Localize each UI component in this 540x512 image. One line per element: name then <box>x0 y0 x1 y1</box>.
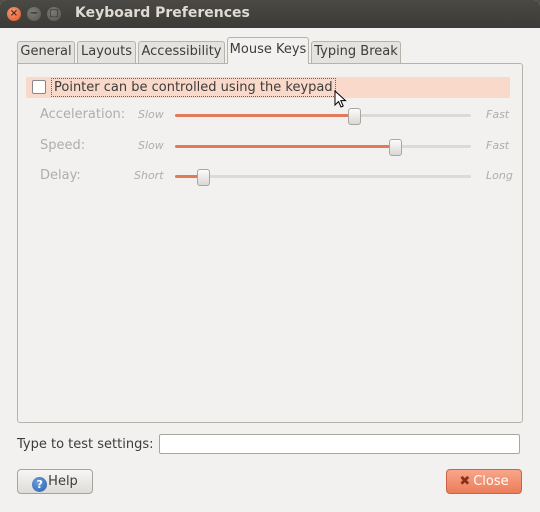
close-icon: ✖ <box>459 474 471 489</box>
speed-max-label: Fast <box>486 139 510 152</box>
delay-slider[interactable] <box>175 169 471 186</box>
help-icon: ? <box>32 477 48 492</box>
speed-slider-fill <box>175 145 395 148</box>
tab-general[interactable]: General <box>17 41 75 63</box>
window-minimize-icon[interactable]: − <box>27 7 41 21</box>
acceleration-row: Acceleration: Slow Fast <box>0 106 540 126</box>
speed-slider-handle[interactable] <box>389 139 403 156</box>
acceleration-label: Acceleration: <box>40 107 126 122</box>
acceleration-slider-handle[interactable] <box>347 108 361 125</box>
acceleration-slider[interactable] <box>175 108 471 125</box>
speed-min-label: Slow <box>138 139 164 152</box>
window-close-icon[interactable]: × <box>7 7 21 21</box>
help-button-label: Help <box>48 474 78 489</box>
tab-mouse-keys[interactable]: Mouse Keys <box>227 37 309 64</box>
keyboard-preferences-window: × − □ Keyboard Preferences General Layou… <box>0 0 540 512</box>
tab-accessibility[interactable]: Accessibility <box>138 41 225 63</box>
delay-min-label: Short <box>134 169 164 182</box>
pointer-keypad-checkbox-row[interactable]: Pointer can be controlled using the keyp… <box>26 77 510 98</box>
tab-typing-break[interactable]: Typing Break <box>311 41 401 63</box>
help-button[interactable]: ? Help <box>17 469 93 494</box>
delay-max-label: Long <box>486 169 513 182</box>
window-maximize-icon[interactable]: □ <box>47 7 61 21</box>
delay-slider-handle[interactable] <box>196 169 210 186</box>
test-settings-label: Type to test settings: <box>17 437 154 452</box>
speed-row: Speed: Slow Fast <box>0 137 540 157</box>
acceleration-max-label: Fast <box>486 108 510 121</box>
speed-label: Speed: <box>40 138 86 153</box>
close-button[interactable]: ✖ Close <box>446 469 522 494</box>
pointer-keypad-checkbox[interactable] <box>32 80 46 94</box>
speed-slider[interactable] <box>175 139 471 156</box>
delay-label: Delay: <box>40 168 81 183</box>
delay-row: Delay: Short Long <box>0 167 540 187</box>
test-settings-input[interactable] <box>159 434 520 454</box>
pointer-keypad-label[interactable]: Pointer can be controlled using the keyp… <box>51 78 336 97</box>
title-bar[interactable]: × − □ Keyboard Preferences <box>0 0 540 28</box>
tab-layouts[interactable]: Layouts <box>77 41 136 63</box>
close-button-label: Close <box>473 474 509 489</box>
acceleration-slider-fill <box>175 114 353 117</box>
window-title: Keyboard Preferences <box>75 5 250 21</box>
acceleration-min-label: Slow <box>138 108 164 121</box>
